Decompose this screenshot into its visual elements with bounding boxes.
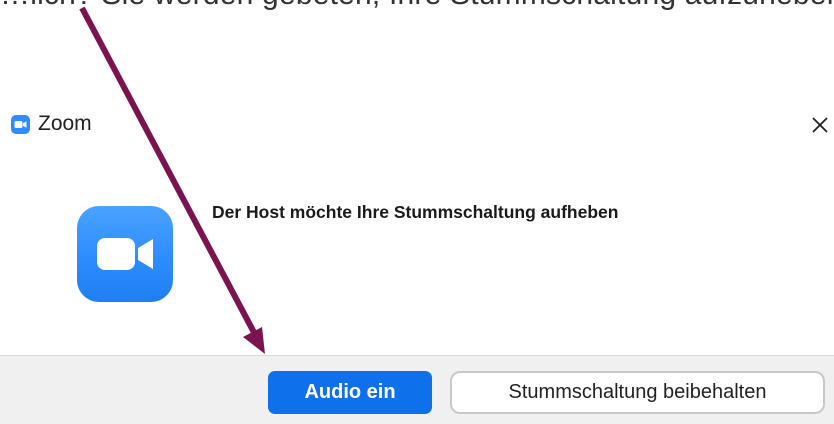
zoom-dialog: Zoom Der Host möchte Ihre Stummschaltung… [0,95,834,424]
close-button[interactable] [806,109,834,139]
dialog-footer: Audio ein Stummschaltung beibehalten [0,355,834,424]
zoom-camera-icon [11,115,30,134]
title-bar: Zoom [0,95,834,155]
zoom-camera-icon [77,206,173,302]
audio-on-button[interactable]: Audio ein [268,371,432,414]
stay-muted-button[interactable]: Stummschaltung beibehalten [450,371,825,414]
screenshot: …lich? Sie werden gebeten, Ihre Stummsch… [0,0,834,424]
window-title: Zoom [38,112,92,135]
cropped-caption-text: …lich? Sie werden gebeten, Ihre Stummsch… [0,0,834,12]
dialog-message: Der Host möchte Ihre Stummschaltung aufh… [212,202,619,222]
close-icon [812,117,828,133]
